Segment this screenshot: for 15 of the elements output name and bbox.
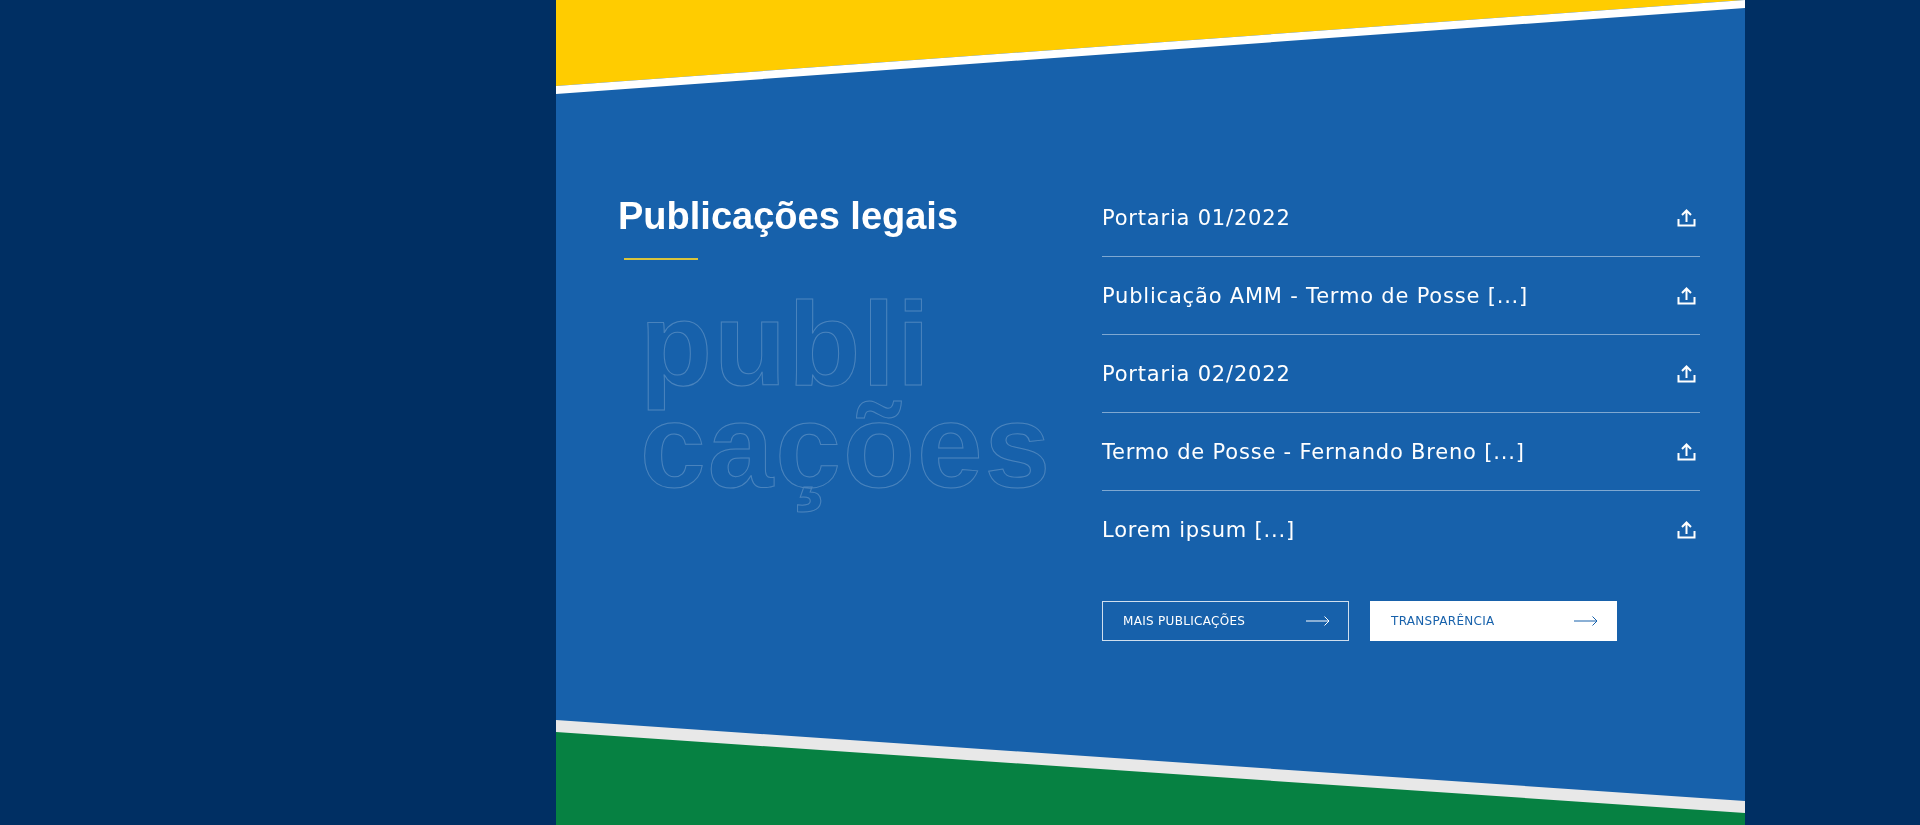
publication-link[interactable]: Publicação AMM - Termo de Posse [...] <box>1102 283 1529 308</box>
arrow-icon <box>1306 616 1330 626</box>
share-icon[interactable] <box>1677 442 1696 461</box>
publication-link[interactable]: Portaria 01/2022 <box>1102 205 1291 230</box>
share-icon[interactable] <box>1677 520 1696 539</box>
share-icon[interactable] <box>1677 286 1696 305</box>
nav-button[interactable]: TRANSPARÊNCIA <box>1370 601 1617 641</box>
arrow-icon <box>1574 616 1598 626</box>
nav-button[interactable]: MAIS PUBLICAÇÕES <box>1102 601 1349 641</box>
share-icon[interactable] <box>1677 364 1696 383</box>
share-icon[interactable] <box>1677 208 1696 227</box>
publication-link[interactable]: Lorem ipsum [...] <box>1102 517 1295 542</box>
publication-link[interactable]: Portaria 02/2022 <box>1102 361 1291 386</box>
section-title: Publicações legais <box>618 194 960 239</box>
publication-link[interactable]: Termo de Posse - Fernando Breno [...] <box>1102 439 1525 464</box>
